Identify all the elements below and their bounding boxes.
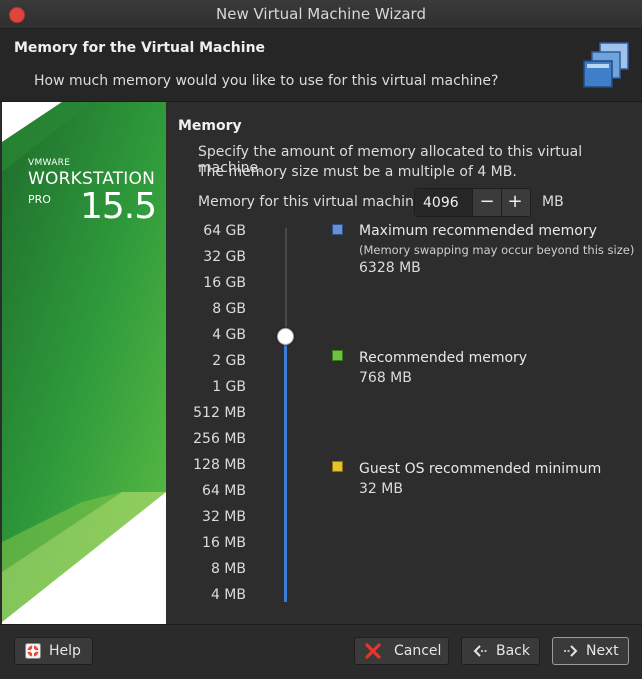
cancel-button[interactable]: Cancel: [354, 637, 449, 665]
scale-label: 4 GB: [212, 327, 246, 343]
description-line2: The memory size must be a multiple of 4 …: [198, 164, 517, 180]
cancel-label: Cancel: [394, 643, 442, 659]
scale-label: 64 GB: [203, 223, 246, 239]
max-memory-value: 6328 MB: [359, 260, 421, 276]
scale-label: 16 MB: [202, 535, 246, 551]
brand-label: VMWARE: [28, 158, 71, 168]
recommended-memory-marker-icon: [332, 350, 343, 361]
back-arrow-icon: [473, 645, 487, 657]
virtual-machine-icon: [583, 42, 629, 88]
decrement-button[interactable]: −: [473, 189, 502, 216]
max-memory-title: Maximum recommended memory: [359, 223, 597, 239]
minimum-memory-title: Guest OS recommended minimum: [359, 461, 602, 477]
section-title: Memory: [178, 118, 242, 134]
max-memory-note: (Memory swapping may occur beyond this s…: [359, 243, 635, 257]
next-label: Next: [586, 643, 619, 659]
scale-label: 16 GB: [203, 275, 246, 291]
product-banner: VMWARE WORKSTATION PRO 15.5: [2, 102, 166, 624]
help-button[interactable]: Help: [14, 637, 93, 665]
banner-text: VMWARE WORKSTATION PRO 15.5: [28, 158, 157, 227]
next-arrow-icon: [564, 645, 578, 657]
scale-label: 32 MB: [202, 509, 246, 525]
scale-label: 1 GB: [212, 379, 246, 395]
recommended-memory-value: 768 MB: [359, 370, 412, 386]
version-label: 15.5: [80, 186, 157, 227]
page-title: Memory for the Virtual Machine: [14, 40, 266, 56]
increment-button[interactable]: +: [501, 189, 529, 216]
memory-spinbox: − +: [414, 188, 531, 217]
scale-label: 2 GB: [212, 353, 246, 369]
slider-track[interactable]: [285, 228, 287, 336]
minimum-memory-value: 32 MB: [359, 481, 403, 497]
close-icon[interactable]: [9, 7, 25, 23]
wizard-footer: Help Cancel Back Next: [0, 624, 642, 679]
slider-thumb[interactable]: [277, 328, 294, 345]
max-memory-marker-icon: [332, 224, 343, 235]
memory-unit: MB: [542, 194, 564, 210]
scale-label: 4 MB: [210, 587, 246, 603]
scale-label: 128 MB: [193, 457, 246, 473]
help-icon: [25, 643, 41, 659]
slider-track-fill[interactable]: [284, 336, 287, 602]
window-title: New Virtual Machine Wizard: [216, 5, 426, 23]
back-label: Back: [496, 643, 530, 659]
scale-label: 256 MB: [193, 431, 246, 447]
memory-field-label: Memory for this virtual machine:: [198, 194, 428, 210]
memory-input[interactable]: [415, 189, 473, 216]
edition-label: PRO: [28, 193, 51, 206]
scale-label: 32 GB: [203, 249, 246, 265]
scale-label: 8 MB: [210, 561, 246, 577]
minimum-memory-marker-icon: [332, 461, 343, 472]
scale-label: 8 GB: [212, 301, 246, 317]
help-label: Help: [49, 643, 81, 659]
page-subtitle: How much memory would you like to use fo…: [34, 73, 499, 89]
scale-label: 512 MB: [193, 405, 246, 421]
recommended-memory-title: Recommended memory: [359, 350, 528, 366]
back-button[interactable]: Back: [461, 637, 540, 665]
memory-panel: Memory Specify the amount of memory allo…: [166, 102, 642, 624]
next-button[interactable]: Next: [552, 637, 629, 665]
wizard-header: Memory for the Virtual Machine How much …: [0, 29, 642, 102]
cancel-x-icon: [365, 643, 381, 659]
window-titlebar: New Virtual Machine Wizard: [0, 0, 642, 29]
scale-label: 64 MB: [202, 483, 246, 499]
